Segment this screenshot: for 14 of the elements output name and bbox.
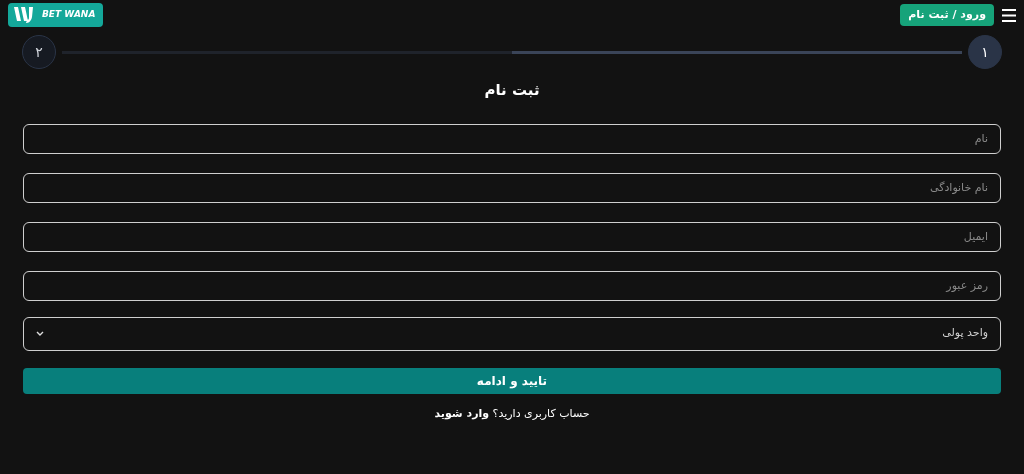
login-prompt: حساب کاربری دارید؟ وارد شوید [434, 405, 590, 422]
text-field[interactable]: نام خانوادگی [23, 172, 1001, 203]
currency-dropdown[interactable]: واحد پولی [23, 316, 1001, 351]
chevron-down-icon [36, 331, 44, 336]
menu-icon[interactable] [1002, 8, 1016, 22]
logo[interactable]: BET WANA [8, 3, 104, 27]
text-field[interactable]: نام [23, 123, 1001, 154]
page-title: ثبت نام [484, 80, 540, 101]
login-link[interactable]: وارد شوید [434, 406, 490, 420]
text-field[interactable]: رمز عبور [23, 270, 1001, 301]
confirm-continue-button[interactable]: تایید و ادامه [23, 367, 1001, 394]
login-register-button[interactable]: ورود / ثبت نام [900, 4, 994, 26]
text-field[interactable]: ایمیل [23, 221, 1001, 252]
logo-text: BET WANA [42, 8, 97, 22]
